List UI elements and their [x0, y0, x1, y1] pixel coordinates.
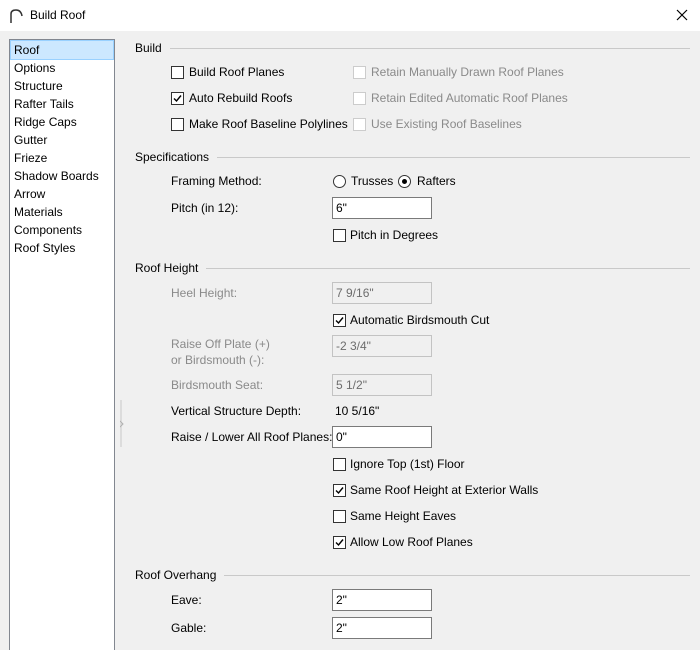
radio-selected-dot: [402, 179, 407, 184]
roof-height-section-title: Roof Height: [135, 261, 207, 275]
build-section-title: Build: [135, 41, 170, 55]
use-existing-baselines-checkbox: [353, 118, 366, 131]
same-roof-height-exterior-checkbox[interactable]: [333, 484, 346, 497]
roof-height-section-header: Roof Height: [135, 261, 690, 277]
rafters-radio[interactable]: [398, 175, 411, 188]
sidebar-item-options[interactable]: Options: [10, 59, 114, 77]
eave-input[interactable]: 2": [332, 589, 432, 611]
retain-edited-planes-label: Retain Edited Automatic Roof Planes: [371, 91, 568, 105]
sidebar-item-roof-styles[interactable]: Roof Styles: [10, 239, 114, 257]
sidebar-item-roof[interactable]: Roof: [10, 40, 114, 60]
birdsmouth-cut-label[interactable]: Automatic Birdsmouth Cut: [350, 313, 489, 328]
allow-low-roof-planes-checkbox[interactable]: [333, 536, 346, 549]
framing-method-label: Framing Method:: [171, 174, 262, 188]
same-height-eaves-label[interactable]: Same Height Eaves: [350, 509, 456, 524]
pitch-input[interactable]: 6": [332, 197, 432, 219]
sidebar-item-rafter-tails[interactable]: Rafter Tails: [10, 95, 114, 113]
heel-height-input: 7 9/16": [332, 282, 432, 304]
raise-off-plate-label: Raise Off Plate (+): [171, 337, 270, 351]
trusses-label[interactable]: Trusses: [351, 174, 393, 189]
build-roof-planes-label[interactable]: Build Roof Planes: [189, 65, 284, 80]
checkmark-icon: [173, 95, 182, 103]
retain-manual-planes-label: Retain Manually Drawn Roof Planes: [371, 65, 564, 79]
checkmark-icon: [335, 487, 344, 495]
checkmark-icon: [335, 317, 344, 325]
checkmark-icon: [335, 539, 344, 547]
ignore-top-floor-checkbox[interactable]: [333, 458, 346, 471]
same-roof-height-exterior-label[interactable]: Same Roof Height at Exterior Walls: [350, 483, 538, 498]
sidebar-item-components[interactable]: Components: [10, 221, 114, 239]
auto-rebuild-roofs-label[interactable]: Auto Rebuild Roofs: [189, 91, 292, 106]
raise-lower-all-label: Raise / Lower All Roof Planes:: [171, 430, 333, 444]
sidebar-item-arrow[interactable]: Arrow: [10, 185, 114, 203]
build-roof-planes-checkbox[interactable]: [171, 66, 184, 79]
use-existing-baselines-label: Use Existing Roof Baselines: [371, 117, 522, 131]
same-height-eaves-checkbox[interactable]: [333, 510, 346, 523]
pitch-label: Pitch (in 12):: [171, 201, 239, 215]
rafters-label[interactable]: Rafters: [417, 174, 456, 189]
sidebar-item-ridge-caps[interactable]: Ridge Caps: [10, 113, 114, 131]
allow-low-roof-planes-label[interactable]: Allow Low Roof Planes: [350, 535, 473, 550]
or-birdsmouth-label: or Birdsmouth (-):: [171, 353, 265, 367]
sidebar-item-frieze[interactable]: Frieze: [10, 149, 114, 167]
roof-overhang-section-header: Roof Overhang: [135, 568, 690, 584]
raise-lower-all-input[interactable]: 0": [332, 426, 432, 448]
ignore-top-floor-label[interactable]: Ignore Top (1st) Floor: [350, 457, 465, 472]
vertical-structure-depth-label: Vertical Structure Depth:: [171, 404, 302, 418]
gable-label: Gable:: [171, 621, 207, 635]
close-icon[interactable]: [674, 7, 690, 23]
pitch-in-degrees-label[interactable]: Pitch in Degrees: [350, 228, 438, 243]
roof-icon: [10, 9, 23, 23]
build-section-header: Build: [135, 41, 690, 57]
vertical-structure-depth-value: 10 5/16": [335, 404, 380, 418]
make-baseline-polylines-label[interactable]: Make Roof Baseline Polylines: [189, 117, 348, 132]
retain-edited-planes-checkbox: [353, 92, 366, 105]
gable-input[interactable]: 2": [332, 617, 432, 639]
category-list[interactable]: Roof Options Structure Rafter Tails Ridg…: [9, 39, 115, 650]
heel-height-label: Heel Height:: [171, 286, 238, 300]
title-bar: Build Roof: [0, 0, 700, 31]
splitter-handle[interactable]: [120, 400, 124, 447]
birdsmouth-cut-checkbox[interactable]: [333, 314, 346, 327]
specifications-section-title: Specifications: [135, 150, 218, 164]
raise-off-plate-input: -2 3/4": [332, 335, 432, 357]
birdsmouth-seat-input: 5 1/2": [332, 374, 432, 396]
trusses-radio[interactable]: [333, 175, 346, 188]
make-baseline-polylines-checkbox[interactable]: [171, 118, 184, 131]
roof-overhang-section-title: Roof Overhang: [135, 568, 225, 582]
birdsmouth-seat-label: Birdsmouth Seat:: [171, 378, 264, 392]
specifications-section-header: Specifications: [135, 150, 690, 166]
window-title: Build Roof: [30, 8, 86, 22]
sidebar-item-gutter[interactable]: Gutter: [10, 131, 114, 149]
retain-manual-planes-checkbox: [353, 66, 366, 79]
auto-rebuild-roofs-checkbox[interactable]: [171, 92, 184, 105]
eave-label: Eave:: [171, 593, 202, 607]
sidebar-item-shadow-boards[interactable]: Shadow Boards: [10, 167, 114, 185]
pitch-in-degrees-checkbox[interactable]: [333, 229, 346, 242]
sidebar-item-materials[interactable]: Materials: [10, 203, 114, 221]
sidebar-item-structure[interactable]: Structure: [10, 77, 114, 95]
